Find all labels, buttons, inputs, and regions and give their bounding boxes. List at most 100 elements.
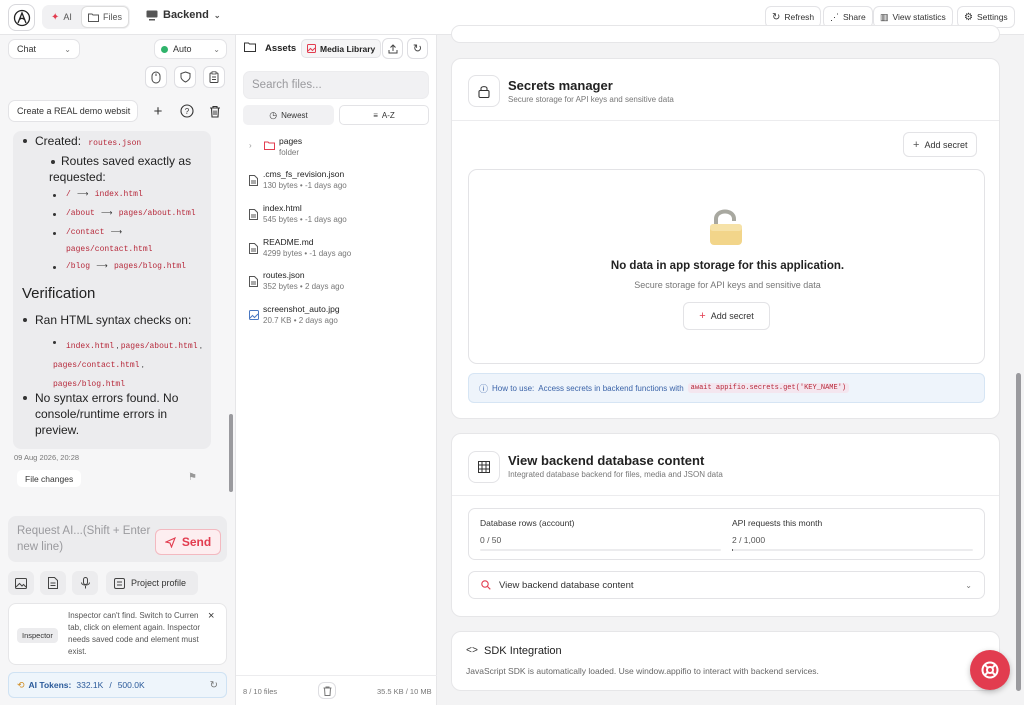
route-path: / — [66, 190, 71, 199]
mouse-icon — [151, 71, 161, 83]
settings-label: Settings — [976, 12, 1008, 22]
inspector-message-line: Inspector can't find. Switch to Curren — [68, 611, 199, 620]
bullet — [23, 318, 27, 322]
voice-input-button[interactable] — [72, 571, 98, 595]
inspector-badge: Inspector — [17, 628, 58, 643]
project-profile-button[interactable]: Project profile — [106, 571, 198, 595]
created-label: Created: — [35, 134, 82, 148]
lifebuoy-icon — [981, 661, 999, 679]
send-button[interactable]: Send — [155, 529, 221, 555]
arrow-icon: ⟶ — [110, 227, 123, 236]
tab-media-library[interactable]: Media Library — [301, 39, 382, 58]
file-item[interactable]: routes.json 352 bytes • 2 days ago — [246, 270, 426, 291]
bullet — [53, 266, 56, 269]
lock-icon-box — [468, 75, 500, 107]
chevron-right-icon[interactable]: › — [249, 141, 252, 150]
code-icon: <> — [466, 645, 479, 657]
mouse-button[interactable] — [145, 66, 167, 88]
refresh-icon[interactable]: ↻ — [210, 680, 218, 691]
rows-value: 0 / 50 — [480, 535, 502, 545]
tab-assets[interactable]: Assets — [265, 43, 296, 54]
chevron-down-icon: ⌄ — [64, 44, 71, 54]
flag-button[interactable]: ⚑ — [188, 472, 197, 483]
main-scrollbar-thumb[interactable] — [1016, 373, 1021, 691]
bullet — [53, 232, 56, 235]
help-button[interactable]: ? — [178, 102, 196, 120]
task-title[interactable]: Create a REAL demo websit — [8, 100, 138, 122]
project-name: Backend — [163, 9, 209, 21]
rows-progress — [480, 549, 721, 551]
chat-mode-select[interactable]: Chat ⌄ — [8, 39, 80, 59]
sdk-text: JavaScript SDK is automatically loaded. … — [466, 666, 819, 676]
chat-input-placeholder: Request AI...(Shift + Enter new line) — [17, 523, 150, 555]
clipboard-icon — [209, 71, 219, 83]
close-icon: × — [208, 610, 215, 622]
main-scrollbar[interactable] — [1016, 35, 1022, 705]
empty-add-secret-label: Add secret — [710, 311, 754, 321]
database-header: View backend database content Integrated… — [508, 453, 723, 479]
sort-az-button[interactable]: ≡ A-Z — [339, 105, 429, 125]
gear-icon: ⚙ — [964, 11, 973, 23]
task-title-label: Create a REAL demo websit — [17, 106, 131, 116]
folder-item-pages[interactable]: pages folder — [279, 136, 302, 157]
image-icon — [15, 577, 27, 589]
shield-button[interactable] — [174, 66, 196, 88]
delete-files-button[interactable] — [318, 682, 336, 699]
refresh-icon: ↻ — [772, 11, 781, 23]
no-errors-line: No syntax errors found. No — [35, 391, 179, 405]
inspector-message-line: needs saved code and element must — [68, 635, 199, 644]
file-changes-button[interactable]: File changes — [17, 470, 82, 487]
database-icon-box — [468, 451, 500, 483]
clipboard-button[interactable] — [203, 66, 225, 88]
file-item[interactable]: .cms_fs_revision.json 130 bytes • -1 day… — [246, 169, 426, 190]
database-card: View backend database content Integrated… — [451, 433, 1000, 617]
chat-scrollbar[interactable] — [229, 127, 234, 497]
delete-chat-button[interactable] — [206, 102, 224, 120]
search-files-input[interactable]: Search files... — [243, 71, 429, 99]
secrets-subtitle: Secure storage for API keys and sensitiv… — [508, 95, 674, 104]
upload-button[interactable] — [382, 38, 403, 59]
chat-input[interactable]: Request AI...(Shift + Enter new line) Se… — [8, 516, 227, 562]
empty-add-secret-button[interactable]: + Add secret — [683, 302, 770, 330]
chat-scrollbar-thumb[interactable] — [229, 414, 233, 492]
files-count: 8 / 10 files — [243, 687, 278, 696]
file-icon — [249, 276, 258, 287]
mode-ai-button[interactable]: ✦ AI — [45, 7, 78, 27]
view-database-button[interactable]: View backend database content ⌄ — [468, 571, 985, 599]
file-meta: 4299 bytes • -1 days ago — [263, 249, 352, 258]
support-button[interactable] — [970, 650, 1010, 690]
search-icon — [481, 580, 491, 590]
plus-icon: + — [699, 310, 706, 322]
route-target: pages/about.html — [118, 209, 196, 218]
app-logo[interactable] — [8, 4, 35, 31]
mode-files-button[interactable]: Files — [82, 7, 129, 27]
model-select[interactable]: Auto ⌄ — [154, 39, 227, 59]
lock-icon — [478, 85, 490, 98]
api-progress — [732, 549, 973, 551]
rows-label: Database rows (account) — [480, 518, 575, 528]
chevron-down-icon: ⌄ — [213, 10, 221, 20]
attach-file-button[interactable] — [40, 571, 66, 595]
attach-image-button[interactable] — [8, 571, 34, 595]
inspector-message: Inspector can't find. Switch to Curren t… — [68, 610, 213, 658]
project-selector[interactable]: Backend ⌄ — [146, 9, 221, 21]
model-label: Auto — [173, 44, 192, 54]
sparkle-icon: ✦ — [51, 11, 60, 23]
file-meta: 130 bytes • -1 days ago — [263, 181, 347, 190]
new-chat-button[interactable]: + — [149, 102, 167, 120]
howto-banner: ⓘ How to use: Access secrets in backend … — [468, 373, 985, 403]
refresh-files-button[interactable]: ↻ — [407, 38, 428, 59]
tokens-total: 500.0K — [117, 680, 145, 690]
file-item[interactable]: screenshot_auto.jpg 20.7 KB • 2 days ago — [246, 304, 426, 325]
file-item[interactable]: index.html 545 bytes • -1 days ago — [246, 203, 426, 224]
message-timestamp: 09 Aug 2026, 20:28 — [14, 453, 80, 462]
placeholder-line: new line) — [17, 541, 64, 553]
add-secret-button[interactable]: + Add secret — [903, 132, 978, 157]
howto-code: await appifio.secrets.get('KEY_NAME') — [687, 383, 850, 393]
sort-newest-button[interactable]: ◷ Newest — [243, 105, 334, 125]
file-name: index.html — [263, 203, 302, 213]
sort-newest-label: Newest — [281, 110, 308, 120]
created-line: Created: routes.json — [35, 133, 141, 152]
close-inspector-button[interactable]: × — [208, 610, 214, 622]
file-item[interactable]: README.md 4299 bytes • -1 days ago — [246, 237, 426, 258]
